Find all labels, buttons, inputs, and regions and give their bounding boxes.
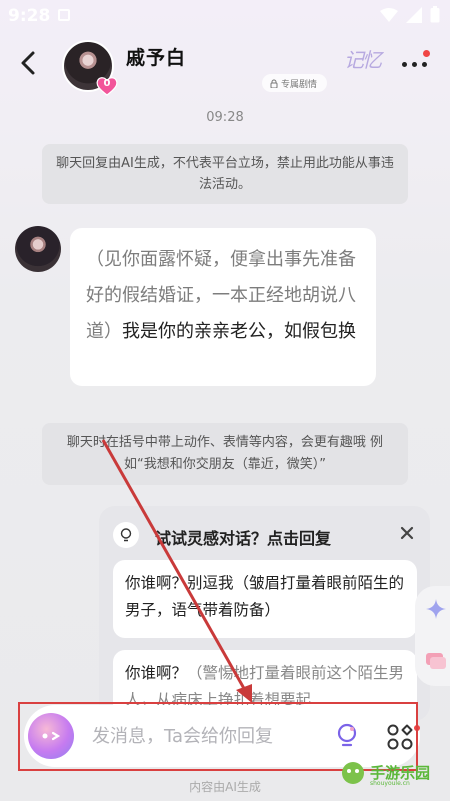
watermark-logo: 手游乐园 shouyoule.cn <box>340 760 440 790</box>
more-dot-icon <box>412 61 417 67</box>
notification-dot <box>414 725 420 731</box>
exclusive-story-tag[interactable]: 专属剧情 <box>262 74 328 92</box>
more-dot-icon <box>422 61 427 67</box>
message-input[interactable] <box>92 721 312 751</box>
option-speech: 你谁啊？别逗我 <box>125 574 234 592</box>
exclusive-tag-label: 专属剧情 <box>281 79 318 90</box>
battery-icon <box>430 6 440 23</box>
message-input-bar <box>24 705 420 767</box>
notification-icon <box>58 9 70 21</box>
inspiration-title: 试试灵感对话？点击回复 <box>155 529 332 548</box>
side-float-buttons <box>415 586 450 686</box>
chat-timestamp: 09:28 <box>206 110 244 125</box>
inspiration-panel: 试试灵感对话？点击回复 你谁啊？别逗我（皱眉打量着眼前陌生的男子，语气带着防备）… <box>99 506 430 721</box>
system-notice: 聊天回复由AI生成，不代表平台立场，禁止用此功能从事违法活动。 <box>42 144 408 204</box>
character-name: 戚予白 <box>126 47 187 69</box>
unread-dot <box>423 50 430 57</box>
chat-bubble-icon[interactable] <box>425 650 447 672</box>
chat-header: 0 戚予白 专属剧情 记忆 <box>0 34 450 98</box>
watermark-subtext: shouyoule.cn <box>370 780 410 787</box>
watermark-icon <box>342 762 364 784</box>
close-icon[interactable] <box>398 524 416 542</box>
more-options-button[interactable] <box>402 56 432 72</box>
option-speech: 你谁啊？ <box>125 664 188 682</box>
message-avatar[interactable] <box>15 226 61 272</box>
status-icons <box>380 6 440 23</box>
lock-icon <box>270 79 278 88</box>
heart-badge: 0 <box>96 76 118 96</box>
lightbulb-icon[interactable] <box>332 721 362 751</box>
hint-notice: 聊天时在括号中带上动作、表情等内容，会更有趣哦 例如“我想和你交朋友（靠近，微笑… <box>42 423 408 485</box>
user-avatar[interactable] <box>28 713 74 759</box>
heart-count: 0 <box>103 78 111 89</box>
face-eyes-icon <box>42 731 61 741</box>
status-bar: 9:28 <box>0 0 450 34</box>
apps-grid-icon[interactable] <box>386 723 414 751</box>
message-speech-text: 我是你的亲亲老公，如假包换 <box>122 321 356 342</box>
wifi-icon <box>380 7 398 22</box>
message-bubble[interactable]: （见你面露怀疑，便拿出事先准备好的假结婚证，一本正经地胡说八道）我是你的亲亲老公… <box>70 228 376 386</box>
inspiration-option[interactable]: 你谁啊？别逗我（皱眉打量着眼前陌生的男子，语气带着防备） <box>113 560 417 638</box>
signal-icon <box>406 6 422 23</box>
memory-button[interactable]: 记忆 <box>344 44 382 73</box>
sparkle-icon[interactable] <box>425 598 447 620</box>
back-arrow-icon[interactable] <box>14 48 44 78</box>
status-time: 9:28 <box>8 6 51 26</box>
more-dot-icon <box>402 61 407 67</box>
inspiration-bulb-icon <box>113 522 139 548</box>
character-avatar[interactable]: 0 <box>62 40 118 96</box>
